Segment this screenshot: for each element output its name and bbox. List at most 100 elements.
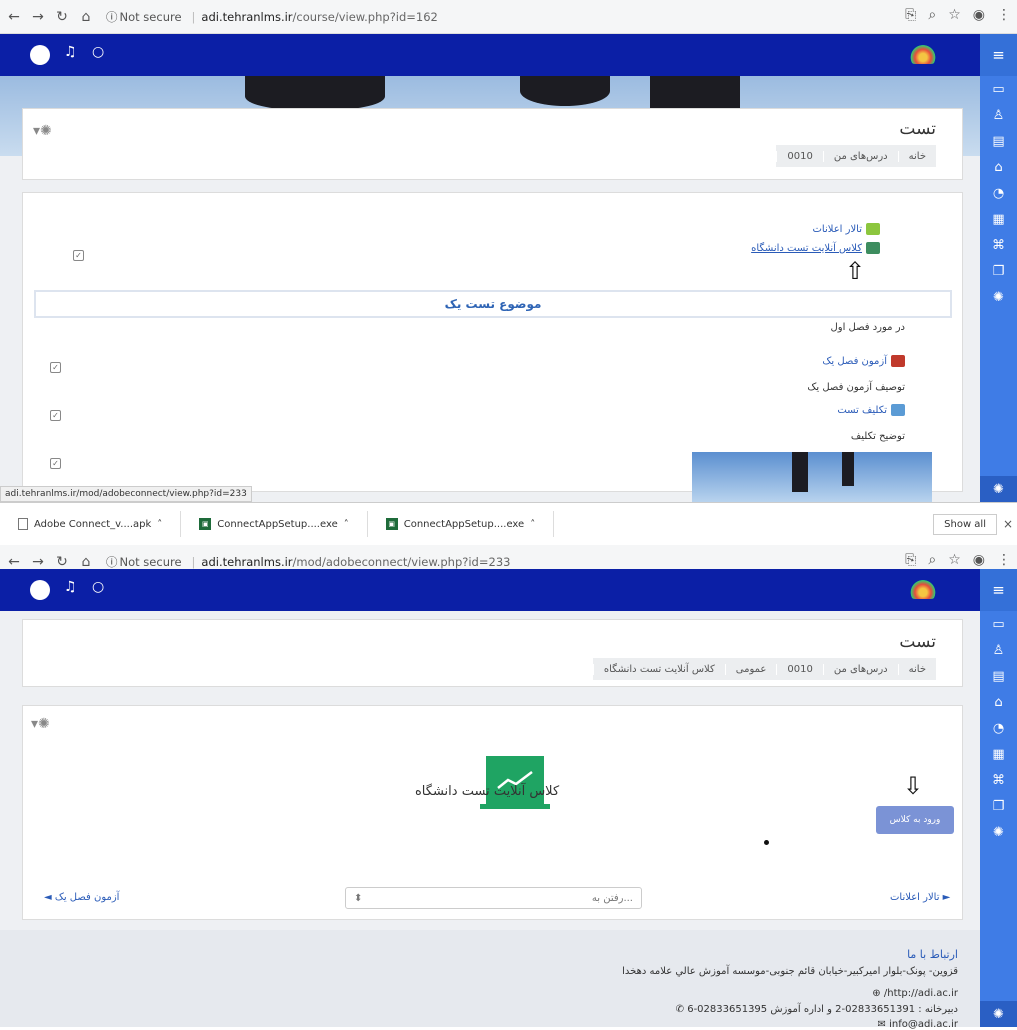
- cursor-dot: [764, 840, 769, 845]
- zoom-icon[interactable]: ⌕: [928, 7, 936, 23]
- translate-icon[interactable]: ⎘: [905, 7, 916, 23]
- forward-icon[interactable]: →: [28, 554, 48, 570]
- down-arrow-annotation-icon: ⇩: [903, 772, 924, 800]
- participants-icon[interactable]: ♙: [980, 102, 1017, 128]
- breadcrumb-my-courses[interactable]: درس‌های من: [822, 663, 898, 675]
- grades-icon[interactable]: ▤: [980, 663, 1017, 689]
- status-bar-url: adi.tehranlms.ir/mod/adobeconnect/view.p…: [0, 486, 252, 502]
- folder-icon[interactable]: ▭: [980, 76, 1017, 102]
- activity-quiz[interactable]: آزمون فصل یک: [822, 355, 905, 367]
- back-icon[interactable]: ←: [4, 9, 24, 25]
- phone-icon: ✆: [675, 1004, 684, 1015]
- participants-icon[interactable]: ♙: [980, 637, 1017, 663]
- breadcrumb-activity[interactable]: کلاس آنلایت تست دانشگاه: [592, 663, 725, 675]
- settings-gear-icon[interactable]: ✺: [980, 476, 1017, 502]
- prev-activity-link[interactable]: تالار اعلانات ►: [890, 892, 950, 903]
- top-navbar: ♫ ○: [0, 569, 980, 611]
- bell-icon[interactable]: ♫: [64, 44, 77, 60]
- admin-gear-icon[interactable]: ✺: [980, 284, 1017, 310]
- page-header-card: تست خانه درس‌های من 0010 ▾✺: [22, 108, 963, 180]
- breadcrumb-my-courses[interactable]: درس‌های من: [822, 150, 898, 162]
- completion-checkbox-quiz[interactable]: ✓: [50, 362, 61, 373]
- download-item[interactable]: ▣ ConnectAppSetup....exe ˄: [368, 511, 555, 537]
- menu-icon[interactable]: ⋮: [997, 7, 1011, 23]
- menu-icon[interactable]: ⋮: [997, 552, 1011, 568]
- adobe-connect-title: کلاس آنلایت تست دانشگاه: [415, 784, 560, 799]
- activity-assignment[interactable]: تکلیف تست: [837, 404, 905, 416]
- graduation-icon[interactable]: ⌘: [980, 767, 1017, 793]
- mail-icon: ✉: [877, 1019, 886, 1030]
- avatar[interactable]: [30, 580, 50, 600]
- chat-icon[interactable]: ○: [92, 579, 104, 595]
- reload-icon[interactable]: ↻: [52, 554, 72, 570]
- zoom-icon[interactable]: ⌕: [928, 552, 936, 568]
- url-host: adi.tehranlms.ir: [201, 9, 293, 24]
- chevron-up-icon[interactable]: ˄: [530, 519, 535, 530]
- dashboard-icon[interactable]: ◔: [980, 180, 1017, 206]
- download-item[interactable]: Adobe Connect_v....apk ˄: [0, 511, 182, 537]
- breadcrumb-section[interactable]: عمومی: [724, 663, 777, 675]
- grades-icon[interactable]: ▤: [980, 128, 1017, 154]
- download-item[interactable]: ▣ ConnectAppSetup....exe ˄: [181, 511, 368, 537]
- back-icon[interactable]: ←: [4, 554, 24, 570]
- graduation-icon[interactable]: ⌘: [980, 232, 1017, 258]
- translate-icon[interactable]: ⎘: [905, 552, 916, 568]
- footer-website[interactable]: http://adi.ac.ir/ ⊕: [872, 988, 958, 999]
- account-icon[interactable]: ◉: [973, 552, 985, 568]
- breadcrumb-course[interactable]: 0010: [776, 150, 822, 162]
- breadcrumb-home[interactable]: خانه: [897, 150, 936, 162]
- calendar-icon[interactable]: ▦: [980, 206, 1017, 232]
- footer: ارتباط با ما قزوین- پونک-بلوار امیرکبیر-…: [0, 930, 980, 1030]
- globe-icon: ⊕: [872, 988, 881, 999]
- chevron-up-icon[interactable]: ˄: [344, 519, 349, 530]
- footer-email[interactable]: info@adi.ac.ir ✉: [878, 1019, 958, 1030]
- calendar-icon[interactable]: ▦: [980, 741, 1017, 767]
- files-icon[interactable]: ❐: [980, 258, 1017, 284]
- chevron-up-icon[interactable]: ˄: [157, 519, 162, 530]
- close-icon[interactable]: ×: [1003, 517, 1013, 531]
- activity-forum[interactable]: تالار اعلانات: [813, 223, 880, 235]
- not-secure-label: Not secure: [119, 554, 182, 569]
- url-path: /course/view.php?id=162: [292, 9, 438, 24]
- topic-summary: در مورد فصل اول: [830, 322, 905, 333]
- url-field[interactable]: ⓘ Not secure | adi.tehranlms.ir /mod/ado…: [106, 554, 510, 570]
- completion-checkbox-3[interactable]: ✓: [50, 458, 61, 469]
- star-icon[interactable]: ☆: [948, 7, 961, 23]
- page-settings-gear-icon[interactable]: ▾✺: [33, 123, 52, 139]
- address-bar: ← → ↻ ⌂ ⓘ Not secure | adi.tehranlms.ir …: [0, 0, 1017, 34]
- jump-to-select[interactable]: ⬍ رفتن به...: [345, 887, 642, 909]
- site-logo[interactable]: [910, 42, 936, 64]
- hamburger-icon[interactable]: ≡: [980, 34, 1017, 76]
- avatar[interactable]: [30, 45, 50, 65]
- folder-icon[interactable]: ▭: [980, 611, 1017, 637]
- completion-checkbox-assign[interactable]: ✓: [50, 410, 61, 421]
- footer-heading: ارتباط با ما: [907, 948, 958, 961]
- dashboard-icon[interactable]: ◔: [980, 715, 1017, 741]
- home-icon[interactable]: ⌂: [76, 554, 96, 570]
- forward-icon[interactable]: →: [28, 9, 48, 25]
- breadcrumb-course[interactable]: 0010: [776, 663, 822, 675]
- breadcrumb-home[interactable]: خانه: [897, 663, 936, 675]
- home-icon[interactable]: ⌂: [76, 9, 96, 25]
- hamburger-icon[interactable]: ≡: [980, 569, 1017, 611]
- chat-icon[interactable]: ○: [92, 44, 104, 60]
- star-icon[interactable]: ☆: [948, 552, 961, 568]
- file-icon: [18, 518, 28, 530]
- activity-online-class[interactable]: کلاس آنلایت تست دانشگاه: [751, 242, 880, 254]
- dashboard-home-icon[interactable]: ⌂: [980, 154, 1017, 180]
- page-settings-gear-icon[interactable]: ▾✺: [31, 716, 50, 732]
- site-logo[interactable]: [910, 577, 936, 599]
- settings-gear-icon[interactable]: ✺: [980, 1001, 1017, 1027]
- completion-checkbox[interactable]: ✓: [73, 250, 84, 261]
- url-field[interactable]: ⓘ Not secure | adi.tehranlms.ir /course/…: [106, 9, 438, 25]
- show-all-button[interactable]: Show all: [933, 513, 997, 535]
- reload-icon[interactable]: ↻: [52, 9, 72, 25]
- quiz-description: توصیف آزمون فصل یک: [807, 382, 905, 393]
- enter-class-button[interactable]: ورود به کلاس: [876, 806, 954, 834]
- dashboard-home-icon[interactable]: ⌂: [980, 689, 1017, 715]
- next-activity-link[interactable]: ◄ آزمون فصل یک: [44, 892, 119, 903]
- account-icon[interactable]: ◉: [973, 7, 985, 23]
- bell-icon[interactable]: ♫: [64, 579, 77, 595]
- files-icon[interactable]: ❐: [980, 793, 1017, 819]
- admin-gear-icon[interactable]: ✺: [980, 819, 1017, 845]
